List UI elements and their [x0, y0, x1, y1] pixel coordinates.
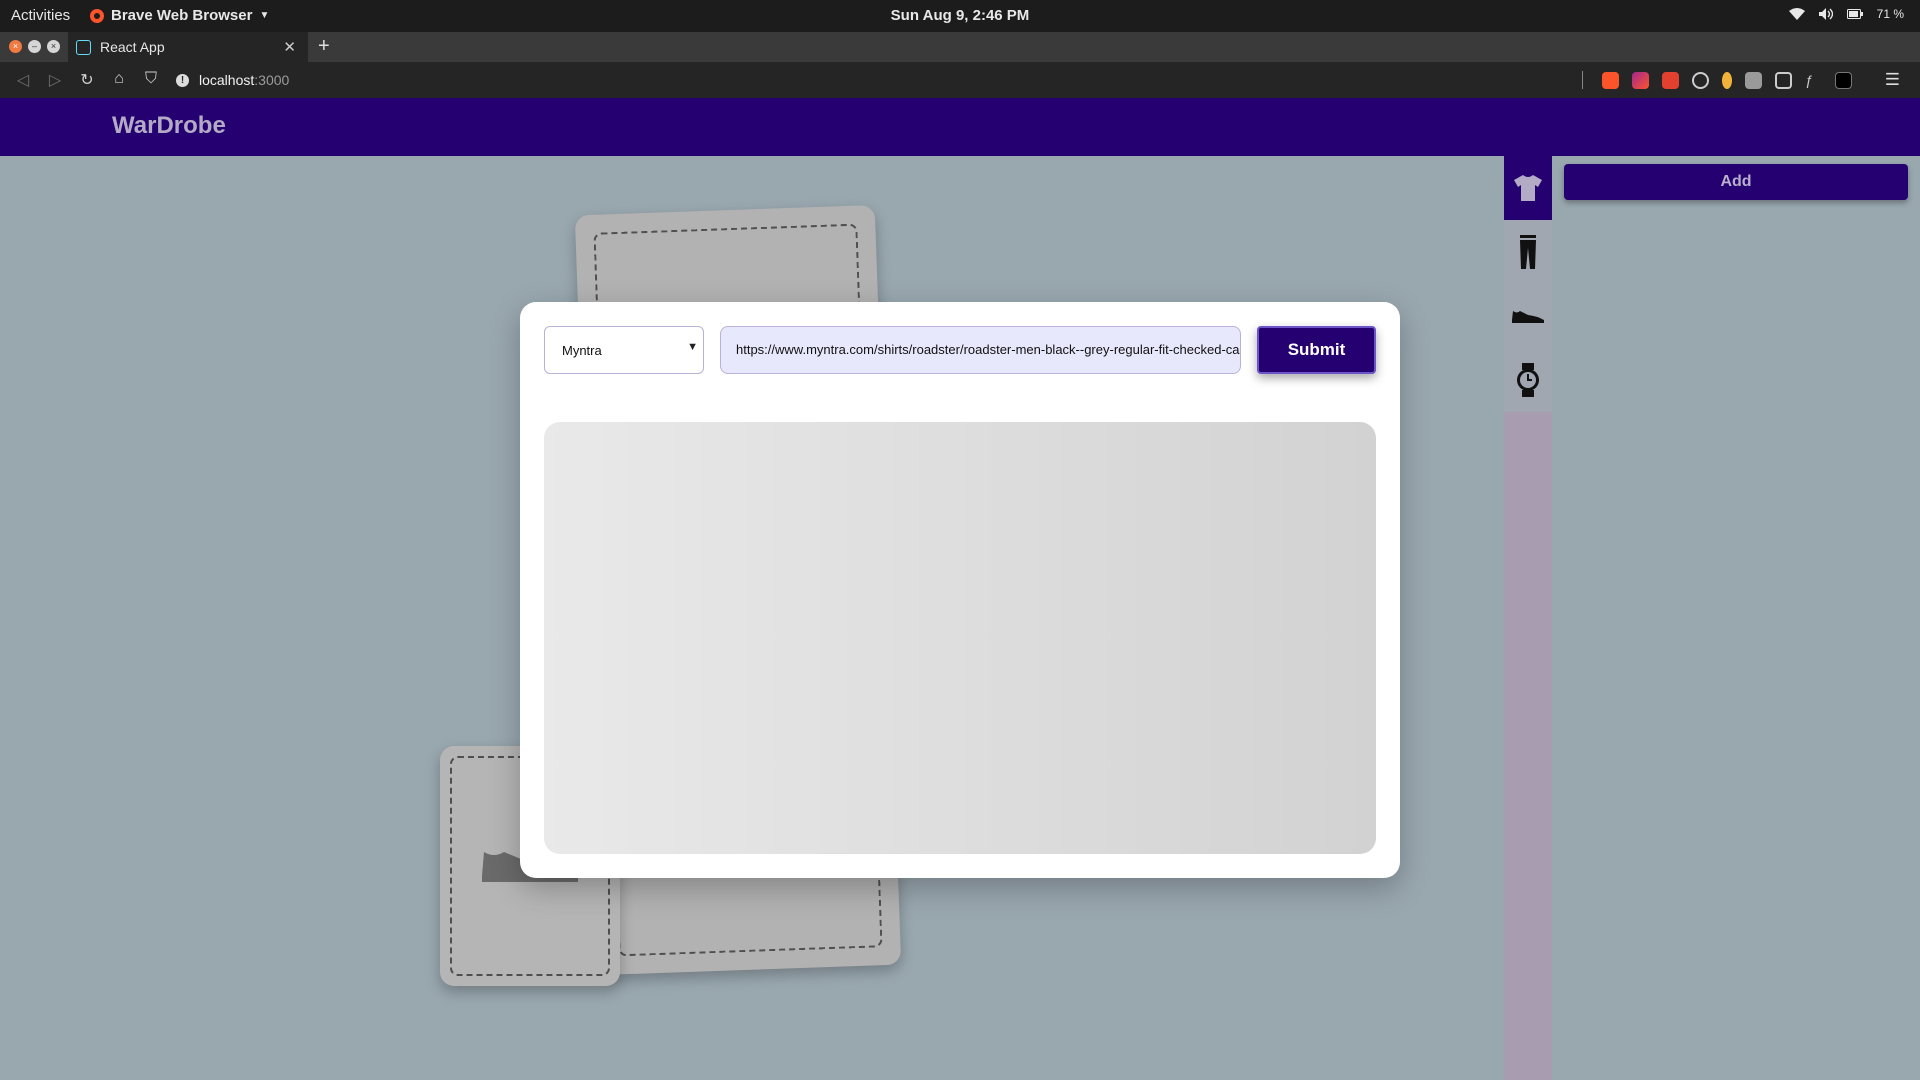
submit-button[interactable]: Submit — [1257, 326, 1376, 374]
toolbar-separator — [1581, 71, 1583, 89]
extensions-area: ƒ ☰ — [1581, 70, 1900, 90]
bookmark-icon[interactable]: ⛉ — [142, 70, 160, 90]
window-maximize-button[interactable]: × — [47, 40, 60, 53]
extension-tabs-icon[interactable] — [1744, 71, 1762, 89]
terminal-icon[interactable] — [1834, 71, 1852, 89]
battery-percent: 71 % — [1876, 7, 1904, 21]
product-preview-area — [544, 422, 1376, 854]
extension-yellow-icon[interactable] — [1721, 71, 1732, 89]
tab-title: React App — [100, 39, 165, 55]
pants-icon — [1520, 235, 1536, 269]
browser-tab[interactable]: React App ✕ — [68, 32, 308, 62]
forward-icon[interactable]: ▷ — [46, 70, 64, 90]
browser-tab-strip: × – × React App ✕ + — [0, 32, 1920, 62]
sidebar-item-tops[interactable] — [1504, 156, 1552, 220]
back-icon[interactable]: ◁ — [14, 70, 32, 90]
sidebar-item-accessories[interactable] — [1504, 348, 1552, 412]
system-tray[interactable]: 71 % — [1788, 7, 1904, 21]
new-tab-button[interactable]: + — [318, 35, 330, 58]
app-header: WarDrobe — [0, 98, 1920, 156]
dropdown-arrow-icon: ▼ — [687, 341, 698, 353]
extension-formula-icon[interactable]: ƒ — [1805, 72, 1822, 89]
add-button[interactable]: Add — [1564, 164, 1908, 200]
battery-icon — [1846, 9, 1863, 19]
react-favicon-icon — [76, 40, 91, 55]
extension-red-icon[interactable] — [1661, 71, 1679, 89]
tab-close-icon[interactable]: ✕ — [283, 38, 296, 56]
volume-icon — [1818, 8, 1833, 20]
store-select-value: Myntra — [562, 343, 602, 358]
home-icon[interactable]: ⌂ — [110, 70, 128, 90]
reload-icon[interactable]: ↻ — [78, 70, 96, 90]
site-info-icon[interactable]: ! — [176, 73, 189, 87]
add-item-modal: Myntra ▼ https://www.myntra.com/shirts/r… — [520, 302, 1400, 878]
store-select[interactable]: Myntra ▼ — [544, 326, 704, 374]
extension-target-icon[interactable] — [1691, 71, 1709, 89]
app-logo[interactable]: WarDrobe — [112, 112, 226, 140]
window-controls: × – × — [9, 40, 60, 53]
sidebar-item-bottoms[interactable] — [1504, 220, 1552, 284]
window-minimize-button[interactable]: – — [28, 40, 41, 53]
product-url-input[interactable]: https://www.myntra.com/shirts/roadster/r… — [720, 326, 1241, 374]
extension-eye-icon[interactable] — [1774, 71, 1792, 89]
shoe-icon — [1512, 311, 1544, 323]
browser-toolbar: ◁ ▷ ↻ ⌂ ⛉ ! localhost:3000 ƒ ☰ — [0, 62, 1920, 98]
wifi-icon — [1788, 8, 1805, 20]
browser-menu-icon[interactable]: ☰ — [1885, 70, 1900, 90]
nav-buttons: ◁ ▷ ↻ ⌂ ⛉ — [14, 70, 160, 90]
watch-icon — [1517, 363, 1539, 397]
sidebar-item-shoes[interactable] — [1504, 284, 1552, 348]
url-port: :3000 — [254, 72, 290, 88]
brave-rewards-icon[interactable] — [1631, 71, 1649, 89]
brave-shields-icon[interactable] — [1601, 71, 1619, 89]
system-top-bar: Activities Brave Web Browser ▼ Sun Aug 9… — [0, 0, 1920, 32]
url-host: localhost — [199, 72, 255, 88]
category-sidebar — [1504, 156, 1552, 412]
clock[interactable]: Sun Aug 9, 2:46 PM — [0, 7, 1920, 24]
tshirt-icon — [1514, 175, 1542, 201]
window-close-button[interactable]: × — [9, 40, 22, 53]
address-bar[interactable]: ! localhost:3000 — [176, 68, 289, 92]
